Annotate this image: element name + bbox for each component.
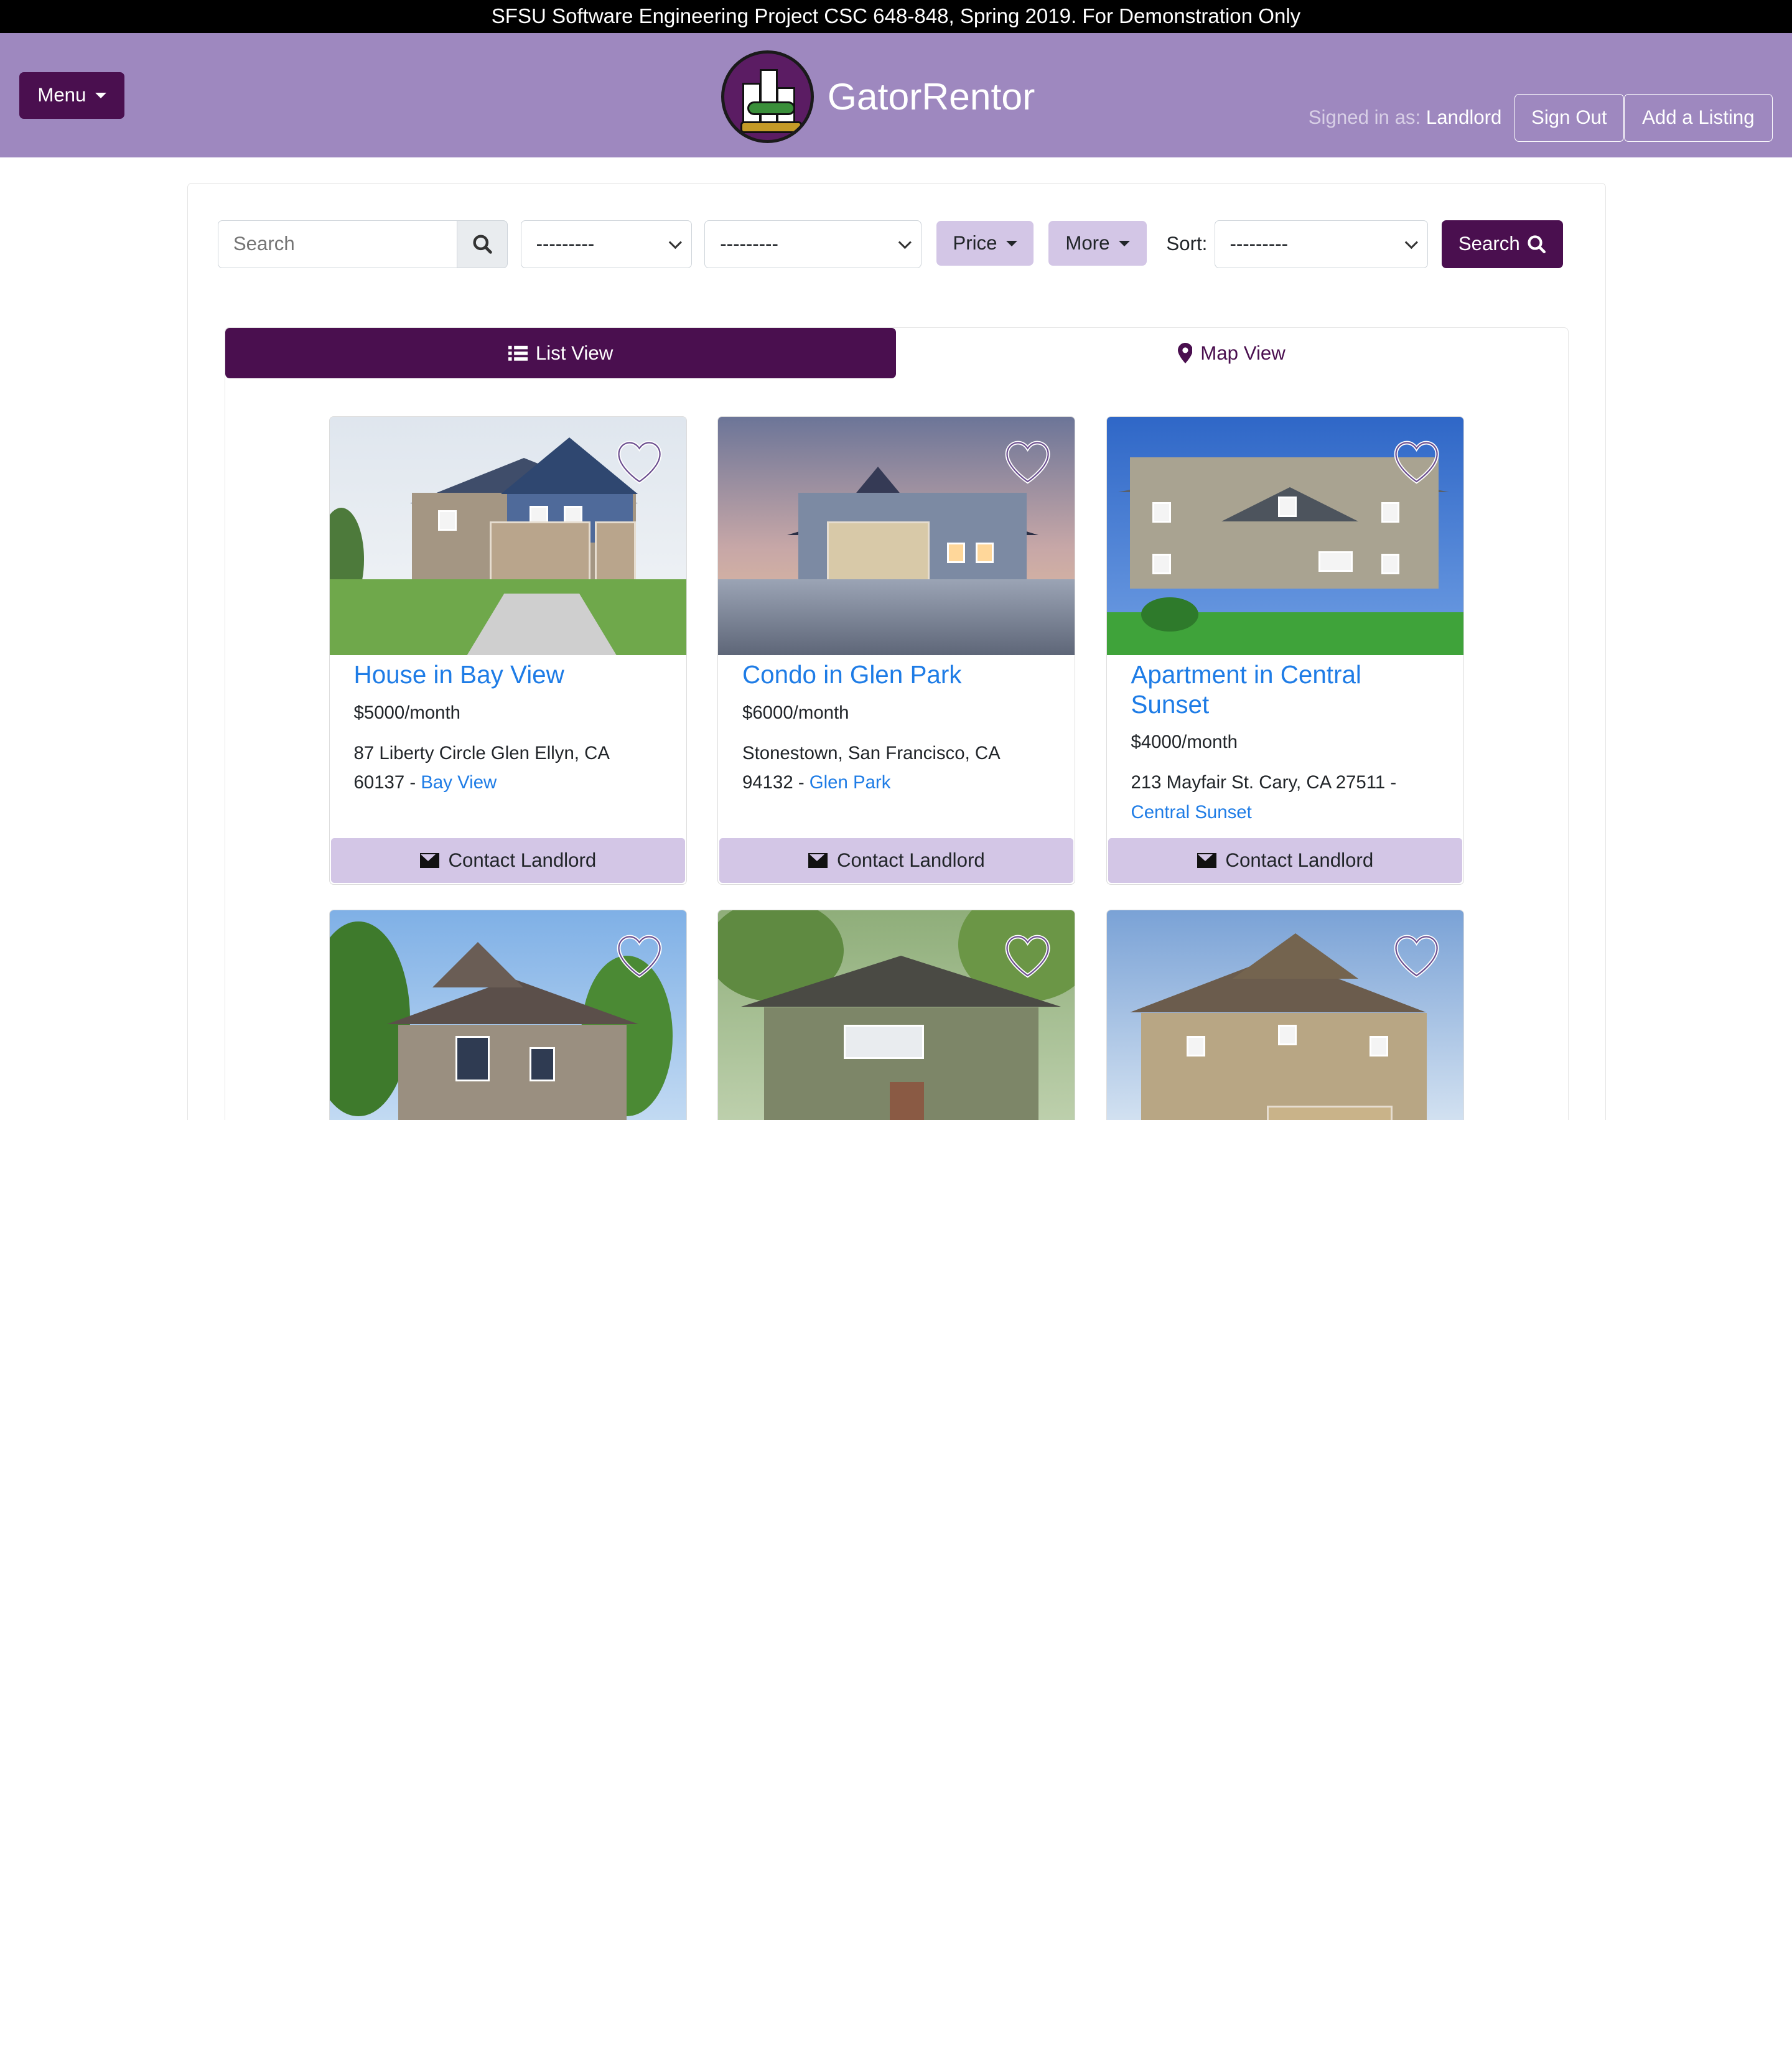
listing-address: Stonestown, San Francisco, CA 94132 - Gl… bbox=[742, 742, 1000, 793]
listing-photo[interactable] bbox=[718, 910, 1075, 1120]
listing-photo[interactable] bbox=[329, 416, 686, 656]
search-group bbox=[217, 220, 508, 268]
search-icon bbox=[473, 235, 492, 254]
favorite-heart-icon[interactable] bbox=[615, 439, 663, 485]
caret-down-icon bbox=[95, 92, 107, 98]
favorite-heart-icon[interactable] bbox=[1393, 933, 1440, 979]
listing-card[interactable] bbox=[717, 910, 1076, 1120]
listing-title[interactable]: House in Bay View bbox=[354, 660, 663, 690]
contact-landlord-button[interactable]: Contact Landlord bbox=[330, 838, 686, 883]
sort-select[interactable]: --------- bbox=[1214, 220, 1429, 268]
sort-label: Sort: bbox=[1166, 232, 1208, 254]
menu-label: Menu bbox=[37, 84, 86, 106]
signed-in-status: Signed in as: Landlord bbox=[1309, 106, 1502, 129]
contact-label: Contact Landlord bbox=[836, 849, 985, 871]
filter-select-2-value: --------- bbox=[720, 233, 778, 255]
contact-landlord-button[interactable]: Contact Landlord bbox=[1108, 838, 1462, 883]
favorite-heart-icon[interactable] bbox=[1004, 439, 1052, 485]
listing-price: $6000/month bbox=[742, 702, 849, 723]
tab-map-view[interactable]: Map View bbox=[896, 328, 1567, 378]
listing-card[interactable] bbox=[329, 910, 687, 1120]
neighborhood-link[interactable]: Bay View bbox=[421, 772, 497, 793]
listing-photo[interactable] bbox=[1106, 416, 1463, 656]
listing-address: 213 Mayfair St. Cary, CA 27511 - Central… bbox=[1131, 772, 1397, 823]
listing-card[interactable]: House in Bay View $5000/month 87 Liberty… bbox=[329, 416, 687, 885]
caret-down-icon bbox=[1119, 240, 1131, 246]
add-listing-button[interactable]: Add a Listing bbox=[1623, 93, 1773, 142]
listing-title[interactable]: Condo in Glen Park bbox=[742, 660, 1051, 690]
search-button-label: Search bbox=[1458, 233, 1520, 255]
filter-select-2[interactable]: --------- bbox=[704, 220, 922, 268]
listing-address: 87 Liberty Circle Glen Ellyn, CA 60137 -… bbox=[353, 742, 609, 793]
price-dropdown-button[interactable]: Price bbox=[936, 221, 1034, 266]
listing-card[interactable]: Apartment in Central Sunset $4000/month … bbox=[1106, 416, 1464, 885]
search-input[interactable] bbox=[217, 220, 457, 268]
listing-photo[interactable] bbox=[1106, 910, 1463, 1120]
search-icon bbox=[1528, 235, 1546, 253]
demo-banner: SFSU Software Engineering Project CSC 64… bbox=[0, 0, 1792, 34]
listing-card[interactable]: Condo in Glen Park $6000/month Stonestow… bbox=[717, 416, 1076, 885]
price-label: Price bbox=[953, 232, 997, 254]
listing-price: $4000/month bbox=[1131, 732, 1238, 753]
envelope-icon bbox=[419, 853, 439, 868]
sign-out-button[interactable]: Sign Out bbox=[1514, 93, 1624, 142]
search-addon-button[interactable] bbox=[456, 220, 508, 268]
contact-label: Contact Landlord bbox=[448, 849, 597, 871]
tab-list-label: List View bbox=[535, 342, 614, 364]
more-label: More bbox=[1065, 232, 1110, 254]
neighborhood-link[interactable]: Glen Park bbox=[810, 772, 891, 793]
caret-down-icon bbox=[1006, 240, 1018, 246]
listing-photo[interactable] bbox=[718, 416, 1075, 656]
navbar: Menu GatorRentor Signed in as: Landlord … bbox=[0, 33, 1792, 158]
neighborhood-link[interactable]: Central Sunset bbox=[1131, 802, 1251, 823]
favorite-heart-icon[interactable] bbox=[615, 933, 663, 979]
page: SFSU Software Engineering Project CSC 64… bbox=[0, 0, 1792, 1120]
listing-photo[interactable] bbox=[329, 910, 686, 1120]
envelope-icon bbox=[1197, 853, 1216, 868]
chevron-down-icon bbox=[898, 236, 912, 249]
map-marker-icon bbox=[1177, 343, 1193, 364]
list-icon bbox=[508, 345, 528, 361]
demo-banner-text: SFSU Software Engineering Project CSC 64… bbox=[491, 5, 1301, 28]
filter-select-1-value: --------- bbox=[536, 233, 595, 255]
listing-title[interactable]: Apartment in Central Sunset bbox=[1131, 660, 1439, 720]
listing-price: $5000/month bbox=[353, 702, 461, 723]
contact-label: Contact Landlord bbox=[1225, 849, 1374, 871]
listing-card[interactable] bbox=[1106, 910, 1464, 1120]
chevron-down-icon bbox=[1404, 236, 1418, 249]
favorite-heart-icon[interactable] bbox=[1393, 439, 1440, 485]
tab-list-view[interactable]: List View bbox=[225, 328, 897, 379]
brand-name: GatorRentor bbox=[827, 75, 1035, 118]
envelope-icon bbox=[808, 853, 828, 868]
brand[interactable]: GatorRentor bbox=[721, 50, 1035, 143]
gator-logo bbox=[721, 50, 814, 143]
menu-dropdown-button[interactable]: Menu bbox=[19, 72, 125, 119]
favorite-heart-icon[interactable] bbox=[1004, 933, 1052, 979]
filter-select-1[interactable]: --------- bbox=[520, 220, 693, 268]
sort-select-value: --------- bbox=[1230, 233, 1289, 255]
tab-map-label: Map View bbox=[1200, 342, 1286, 364]
chevron-down-icon bbox=[669, 236, 682, 249]
contact-landlord-button[interactable]: Contact Landlord bbox=[719, 838, 1074, 883]
signed-in-prefix: Signed in as: bbox=[1308, 106, 1421, 128]
signed-in-user: Landlord bbox=[1426, 106, 1502, 128]
search-button[interactable]: Search bbox=[1442, 220, 1563, 268]
more-dropdown-button[interactable]: More bbox=[1048, 221, 1147, 266]
